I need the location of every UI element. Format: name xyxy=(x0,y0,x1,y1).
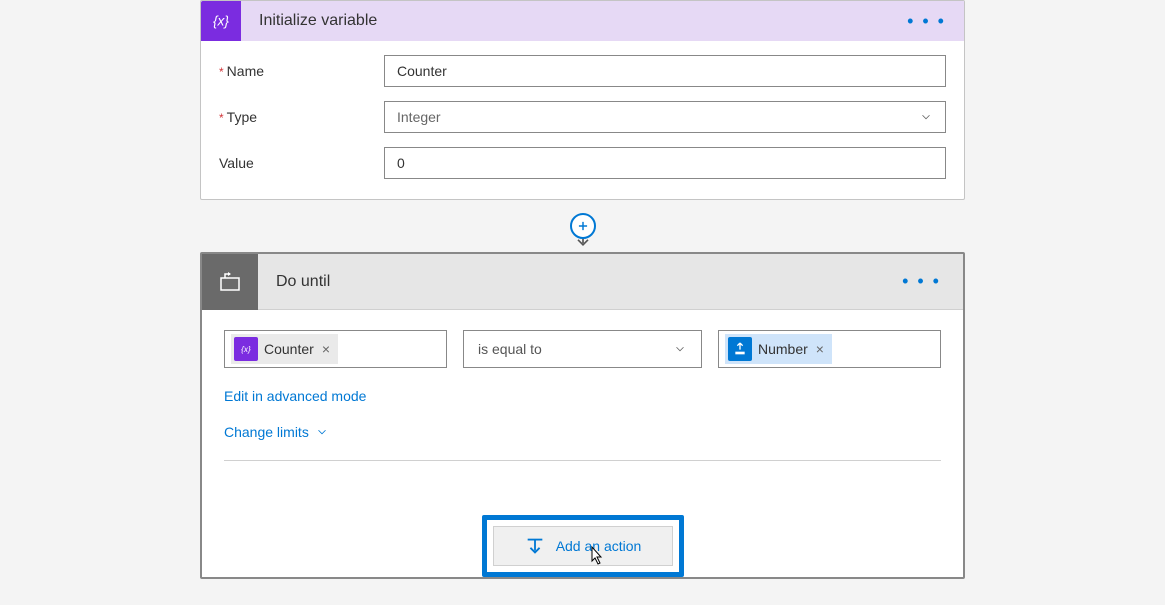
svg-text:{x}: {x} xyxy=(213,14,229,29)
operator-label: is equal to xyxy=(478,341,542,357)
card-title: Initialize variable xyxy=(241,12,907,30)
card-header[interactable]: {x} Initialize variable • • • xyxy=(201,1,964,41)
type-label: Type xyxy=(219,109,384,125)
chevron-down-icon xyxy=(673,342,687,356)
token-label: Counter xyxy=(264,341,314,357)
right-operand-input[interactable]: Number × xyxy=(718,330,941,368)
chevron-down-icon xyxy=(919,110,933,124)
card-header[interactable]: Do until • • • xyxy=(202,254,963,310)
type-value: Integer xyxy=(397,109,441,125)
token-label: Number xyxy=(758,341,808,357)
change-limits-link[interactable]: Change limits xyxy=(224,424,329,440)
change-limits-label: Change limits xyxy=(224,424,309,440)
type-select[interactable]: Integer xyxy=(384,101,946,133)
operator-select[interactable]: is equal to xyxy=(463,330,702,368)
value-label: Value xyxy=(219,155,384,171)
remove-token-button[interactable]: × xyxy=(320,341,330,357)
add-action-icon xyxy=(524,535,546,557)
edit-advanced-mode-link[interactable]: Edit in advanced mode xyxy=(224,388,366,404)
card-title: Do until xyxy=(258,273,902,291)
variable-icon: {x} xyxy=(234,337,258,361)
cursor-icon xyxy=(586,545,606,569)
initialize-variable-card: {x} Initialize variable • • • Name Type … xyxy=(200,0,965,200)
do-until-icon xyxy=(202,254,258,310)
add-action-button[interactable]: Add an action xyxy=(493,526,673,566)
name-input[interactable] xyxy=(384,55,946,87)
left-operand-input[interactable]: {x} Counter × xyxy=(224,330,447,368)
chevron-down-icon xyxy=(315,425,329,439)
tutorial-highlight: Add an action xyxy=(482,515,684,577)
ask-icon xyxy=(728,337,752,361)
condition-row: {x} Counter × is equal to Numbe xyxy=(224,330,941,368)
remove-token-button[interactable]: × xyxy=(814,341,824,357)
connector xyxy=(200,200,965,252)
counter-token: {x} Counter × xyxy=(231,334,338,364)
name-label: Name xyxy=(219,63,384,79)
add-step-button[interactable] xyxy=(570,213,596,239)
card-body: {x} Counter × is equal to Numbe xyxy=(202,310,963,577)
svg-text:{x}: {x} xyxy=(241,345,251,354)
variable-icon: {x} xyxy=(201,1,241,41)
more-menu-button[interactable]: • • • xyxy=(902,271,963,292)
card-body: Name Type Integer Value xyxy=(201,41,964,199)
more-menu-button[interactable]: • • • xyxy=(907,11,964,32)
do-until-card: Do until • • • {x} Counter × is equal to xyxy=(200,252,965,579)
number-token: Number × xyxy=(725,334,832,364)
value-input[interactable] xyxy=(384,147,946,179)
